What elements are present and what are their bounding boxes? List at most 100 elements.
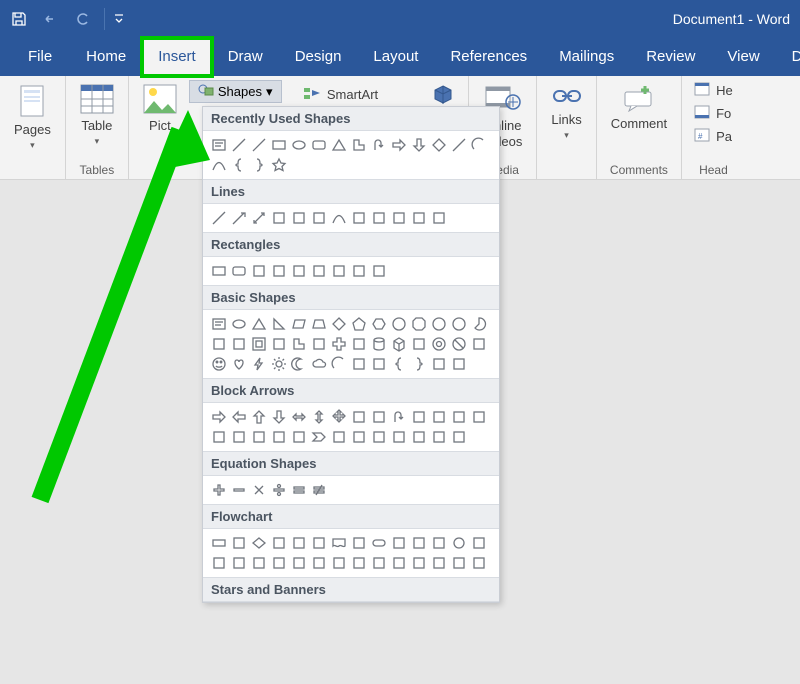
header-button[interactable]: He <box>690 80 737 101</box>
save-button[interactable] <box>8 8 30 30</box>
shape-elbow-arrow[interactable] <box>289 208 309 228</box>
shape-elbow-double-arrow[interactable] <box>309 208 329 228</box>
tab-view[interactable]: View <box>711 38 775 76</box>
shape-scribble[interactable] <box>409 208 429 228</box>
shape-half-frame[interactable] <box>269 334 289 354</box>
shape-cloud[interactable] <box>309 354 329 374</box>
shape-rounded-rect[interactable] <box>309 135 329 155</box>
shape-hexagon[interactable] <box>369 314 389 334</box>
shape-manual-input[interactable] <box>409 533 429 553</box>
shape-data[interactable] <box>269 533 289 553</box>
tab-home[interactable]: Home <box>70 38 142 76</box>
shape-l-shape[interactable] <box>349 135 369 155</box>
shape-freeform[interactable] <box>389 208 409 228</box>
shape-u-turn-arrow[interactable] <box>389 407 409 427</box>
shape-or[interactable] <box>269 553 289 573</box>
shape-pentagon[interactable] <box>349 314 369 334</box>
shape-bevel[interactable] <box>409 334 429 354</box>
shape-process[interactable] <box>209 533 229 553</box>
shape-internal-storage[interactable] <box>309 533 329 553</box>
tab-developer[interactable]: Dev <box>776 38 800 76</box>
shape-octagon[interactable] <box>409 314 429 334</box>
shape-right-triangle[interactable] <box>269 314 289 334</box>
shape-pentagon-arrow[interactable] <box>289 427 309 447</box>
shape-elbow[interactable] <box>269 208 289 228</box>
shape-triangle[interactable] <box>329 135 349 155</box>
shape-diamond[interactable] <box>329 314 349 334</box>
shape-diagonal-stripe[interactable] <box>309 334 329 354</box>
shape-magnetic-disk[interactable] <box>429 553 449 573</box>
shape-round-snip[interactable] <box>369 261 389 281</box>
shape-circular-arrow[interactable] <box>449 427 469 447</box>
shape-can[interactable] <box>369 334 389 354</box>
shape-decagon[interactable] <box>429 314 449 334</box>
qat-customize-button[interactable] <box>104 8 126 30</box>
shape-quad-callout[interactable] <box>429 427 449 447</box>
smartart-button[interactable]: SmartArt <box>299 83 382 106</box>
shape-chevron[interactable] <box>309 427 329 447</box>
shape-snip-same-side[interactable] <box>269 261 289 281</box>
tab-draw[interactable]: Draw <box>212 38 279 76</box>
shape-moon[interactable] <box>289 354 309 374</box>
shape-triangle[interactable] <box>249 314 269 334</box>
shape-curved-down-arrow[interactable] <box>229 427 249 447</box>
pages-button[interactable]: Pages ▾ <box>8 80 57 155</box>
shape-curve[interactable] <box>329 208 349 228</box>
shapes-button[interactable]: Shapes ▾ <box>189 80 282 103</box>
shape-left-up-arrow[interactable] <box>409 407 429 427</box>
shape-brace-pair-2[interactable] <box>449 354 469 374</box>
shape-trapezoid[interactable] <box>309 314 329 334</box>
shape-line[interactable] <box>229 135 249 155</box>
shape-down-arrow[interactable] <box>409 135 429 155</box>
shape-heart[interactable] <box>229 354 249 374</box>
shape-right-brace[interactable] <box>409 354 429 374</box>
shape-cross[interactable] <box>329 334 349 354</box>
shape-direct-access[interactable] <box>449 553 469 573</box>
shape-oval[interactable] <box>229 314 249 334</box>
shape-left-arrow[interactable] <box>229 407 249 427</box>
shape-sort[interactable] <box>309 553 329 573</box>
shape-line-arrow[interactable] <box>229 208 249 228</box>
pictures-button[interactable]: Pict <box>137 80 183 138</box>
shape-seq-access[interactable] <box>409 553 429 573</box>
shape-oval[interactable] <box>289 135 309 155</box>
shape-diamond[interactable] <box>429 135 449 155</box>
shape-right-brace[interactable] <box>249 155 269 175</box>
shape-line[interactable] <box>209 208 229 228</box>
shape-rectangle[interactable] <box>269 135 289 155</box>
shape-terminator[interactable] <box>369 533 389 553</box>
shape-left-right-up-arrow[interactable] <box>349 407 369 427</box>
shape-text-box[interactable] <box>209 135 229 155</box>
shape-snip-single[interactable] <box>249 261 269 281</box>
shape-left-bracket[interactable] <box>349 354 369 374</box>
shape-teardrop[interactable] <box>229 334 249 354</box>
shape-card[interactable] <box>209 553 229 573</box>
shape-rounded-rect[interactable] <box>229 261 249 281</box>
shape-down-arrow[interactable] <box>269 407 289 427</box>
shape-round-diagonal[interactable] <box>349 261 369 281</box>
shape-left-right-arrow[interactable] <box>289 407 309 427</box>
shape-l-shape[interactable] <box>289 334 309 354</box>
shape-line[interactable] <box>449 135 469 155</box>
shape-star[interactable] <box>269 155 289 175</box>
shape-document[interactable] <box>329 533 349 553</box>
shape-pie[interactable] <box>469 314 489 334</box>
shape-smiley[interactable] <box>209 354 229 374</box>
tab-review[interactable]: Review <box>630 38 711 76</box>
shape-delay[interactable] <box>389 553 409 573</box>
shape-notched-right-arrow[interactable] <box>269 427 289 447</box>
shape-cube[interactable] <box>389 334 409 354</box>
shape-multiply[interactable] <box>249 480 269 500</box>
shape-block-arc[interactable] <box>469 334 489 354</box>
shape-left-right-callout[interactable] <box>409 427 429 447</box>
shape-curve-arrow[interactable] <box>349 208 369 228</box>
shape-curved-up-arrow[interactable] <box>209 427 229 447</box>
shape-frame[interactable] <box>249 334 269 354</box>
shape-merge[interactable] <box>349 553 369 573</box>
shape-curved-left-arrow[interactable] <box>469 407 489 427</box>
shape-right-bracket[interactable] <box>369 354 389 374</box>
tab-references[interactable]: References <box>434 38 543 76</box>
shape-equal[interactable] <box>289 480 309 500</box>
shape-divide[interactable] <box>269 480 289 500</box>
shape-quad-arrow[interactable] <box>329 407 349 427</box>
